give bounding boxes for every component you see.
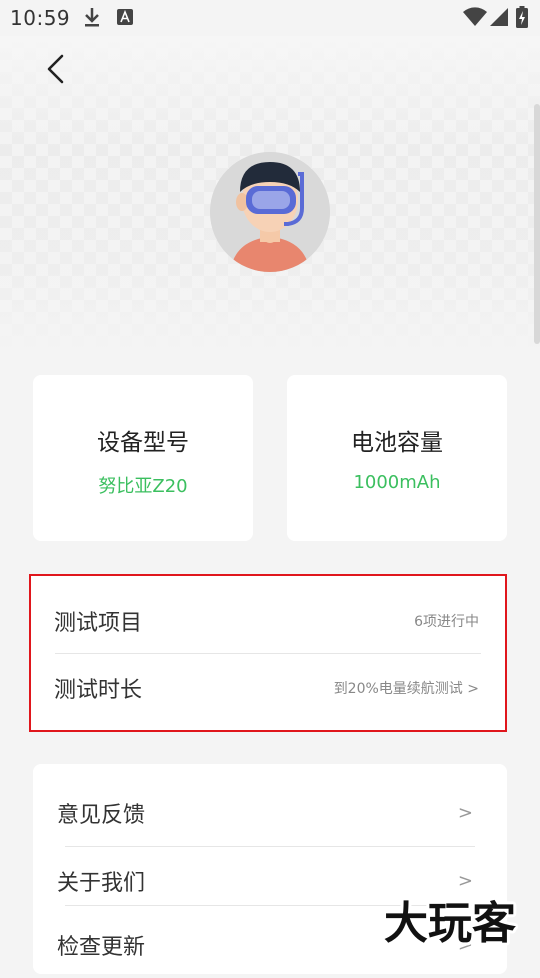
svg-text:大玩客: 大玩客	[384, 898, 516, 949]
device-model-title: 设备型号	[97, 430, 189, 456]
scrollbar[interactable]	[534, 104, 540, 344]
test-items-row[interactable]: 测试项目 6项进行中	[31, 588, 505, 654]
chevron-right-icon: >	[457, 870, 473, 892]
menu-item-feedback[interactable]: 意见反馈 >	[33, 780, 507, 846]
test-duration-value: 到20%电量续航测试 >	[333, 681, 479, 697]
device-model-card: 设备型号 努比亚Z20	[33, 375, 253, 541]
signal-icon	[488, 6, 510, 28]
battery-charging-icon	[514, 6, 530, 28]
battery-capacity-card: 电池容量 1000mAh	[287, 375, 507, 541]
watermark-logo: 大玩客 大玩客	[366, 894, 534, 952]
test-duration-row[interactable]: 测试时长 到20%电量续航测试 >	[31, 655, 505, 721]
download-icon	[82, 6, 102, 28]
test-items-label: 测试项目	[54, 611, 143, 636]
menu-item-feedback-label: 意见反馈	[57, 803, 146, 828]
status-bar: 10:59	[0, 0, 540, 36]
menu-item-check-update-label: 检查更新	[57, 935, 146, 960]
divider	[55, 653, 481, 654]
back-button[interactable]	[40, 52, 72, 88]
wifi-icon	[462, 6, 488, 28]
test-duration-label: 测试时长	[54, 678, 143, 703]
test-items-value: 6项进行中	[414, 614, 479, 630]
a-notification-icon	[116, 6, 134, 28]
battery-capacity-value: 1000mAh	[353, 472, 441, 493]
chevron-right-icon: >	[457, 802, 473, 824]
divider	[65, 846, 475, 847]
status-time: 10:59	[10, 6, 71, 30]
battery-capacity-title: 电池容量	[351, 430, 443, 456]
avatar	[210, 152, 330, 272]
device-model-value: 努比亚Z20	[98, 476, 188, 497]
chevron-left-icon	[40, 54, 72, 92]
menu-item-about-label: 关于我们	[57, 871, 146, 896]
snorkel-mask-avatar	[210, 152, 330, 272]
test-info-panel: 测试项目 6项进行中 测试时长 到20%电量续航测试 >	[29, 574, 507, 732]
